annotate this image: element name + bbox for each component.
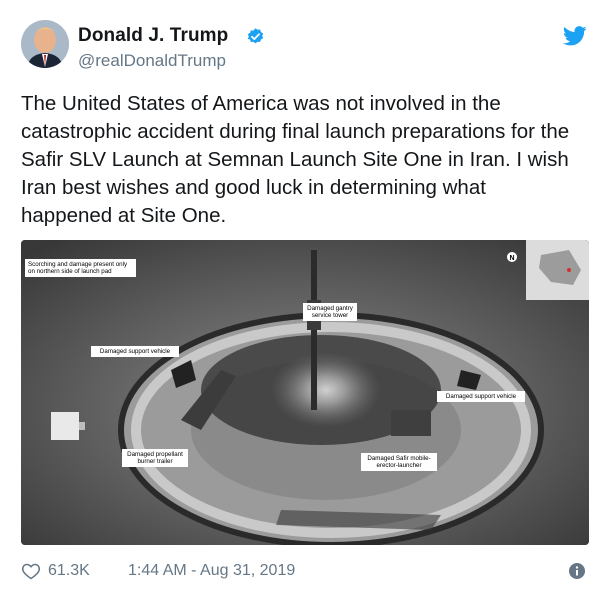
label-support-vehicle-right: Damaged support vehicle <box>437 391 525 402</box>
verified-badge-icon <box>247 28 264 44</box>
author-handle[interactable]: @realDonaldTrump <box>78 51 226 71</box>
tweet-footer: 61.3K 1:44 AM - Aug 31, 2019 <box>21 560 589 584</box>
avatar[interactable] <box>21 20 69 68</box>
author-name[interactable]: Donald J. Trump <box>78 25 228 47</box>
tweet-image[interactable]: N Scorching and damage present only on n… <box>21 240 589 545</box>
label-gantry: Damaged gantry service tower <box>303 303 357 321</box>
twitter-bird-icon[interactable] <box>563 26 587 46</box>
like-count[interactable]: 61.3K <box>48 562 90 580</box>
label-scorching: Scorching and damage present only on nor… <box>25 259 136 277</box>
label-safir-launcher: Damaged Safir mobile-erector-launcher <box>361 453 437 471</box>
timestamp[interactable]: 1:44 AM - Aug 31, 2019 <box>128 562 295 580</box>
svg-text:N: N <box>510 255 515 262</box>
info-icon[interactable] <box>569 563 585 579</box>
tweet-text: The United States of America was not inv… <box>21 92 570 227</box>
tweet-card: Donald J. Trump @realDonaldTrump The Uni… <box>0 0 595 597</box>
heart-icon[interactable] <box>21 561 41 581</box>
label-propellant-trailer: Damaged propellant burner trailer <box>122 449 188 467</box>
label-support-vehicle-left: Damaged support vehicle <box>91 346 179 357</box>
